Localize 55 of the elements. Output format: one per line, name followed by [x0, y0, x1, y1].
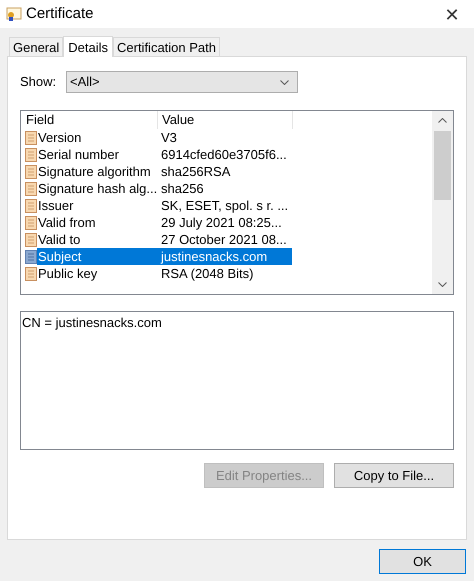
document-icon: [25, 148, 37, 162]
column-header[interactable]: Value: [158, 111, 293, 129]
document-icon: [25, 164, 37, 178]
field-name: Valid from: [37, 214, 97, 232]
document-icon: [25, 216, 37, 230]
field-name: Signature hash alg...: [37, 180, 158, 198]
field-value: 6914cfed60e3705f6...: [161, 146, 287, 164]
field-value: 29 July 2021 08:25...: [161, 214, 282, 232]
field-name: Version: [37, 128, 82, 147]
certificate-icon: [6, 6, 22, 22]
field-value: justinesnacks.com: [161, 248, 268, 266]
close-button[interactable]: ✕: [438, 2, 466, 26]
window-title: Certificate: [26, 4, 94, 24]
document-icon: [25, 130, 37, 144]
document-icon: [25, 266, 37, 280]
document-icon: [25, 232, 37, 246]
tab[interactable]: Certification Path: [113, 37, 220, 56]
chevron-up-icon[interactable]: [438, 118, 447, 123]
list-row[interactable]: Valid from 29 July 2021 08:25...: [37, 214, 292, 231]
chevron-down-icon: [280, 80, 289, 84]
chevron-down-icon[interactable]: [438, 282, 447, 287]
field-name: Valid to: [37, 230, 82, 249]
field-name: Subject: [37, 248, 82, 266]
list-row[interactable]: Serial number 6914cfed60e3705f6...: [37, 146, 292, 163]
field-name: Serial number: [37, 146, 120, 164]
field-name: Public key: [37, 264, 98, 283]
list-row[interactable]: Version V3: [37, 129, 292, 146]
document-icon: [25, 250, 37, 264]
scrollbar-thumb[interactable]: [434, 131, 451, 200]
scrollbar[interactable]: [432, 111, 453, 294]
list-row[interactable]: Signature algorithm sha256RSA: [37, 163, 292, 180]
tab[interactable]: General: [9, 37, 64, 56]
detail-text: CN = justinesnacks.com: [22, 315, 162, 330]
field-name: Issuer: [37, 196, 74, 215]
document-icon: [25, 198, 37, 212]
field-name: Signature algorithm: [37, 162, 152, 181]
field-value: SK, ESET, spol. s r. ...: [161, 196, 288, 215]
column-header[interactable]: Field: [25, 111, 158, 129]
field-value: 27 October 2021 08...: [161, 230, 287, 249]
list-row[interactable]: Public key RSA (2048 Bits): [37, 265, 292, 282]
ok-button[interactable]: OK: [379, 549, 466, 574]
field-value: sha256: [161, 180, 204, 198]
list-row[interactable]: Subject justinesnacks.com: [37, 248, 292, 265]
list-row[interactable]: Issuer SK, ESET, spol. s r. ...: [37, 197, 292, 214]
action-button[interactable]: Copy to File...: [334, 463, 454, 488]
tab[interactable]: Details: [63, 36, 113, 57]
show-label: Show:: [20, 73, 58, 92]
list-row[interactable]: Valid to 27 October 2021 08...: [37, 231, 292, 248]
detail-box[interactable]: CN = justinesnacks.com: [20, 311, 454, 450]
field-value: sha256RSA: [161, 162, 230, 181]
field-value: RSA (2048 Bits): [161, 264, 254, 283]
field-value: V3: [161, 128, 177, 147]
document-icon: [25, 182, 37, 196]
list-row[interactable]: Signature hash alg... sha256: [37, 180, 292, 197]
show-dropdown[interactable]: <All>: [66, 71, 298, 93]
